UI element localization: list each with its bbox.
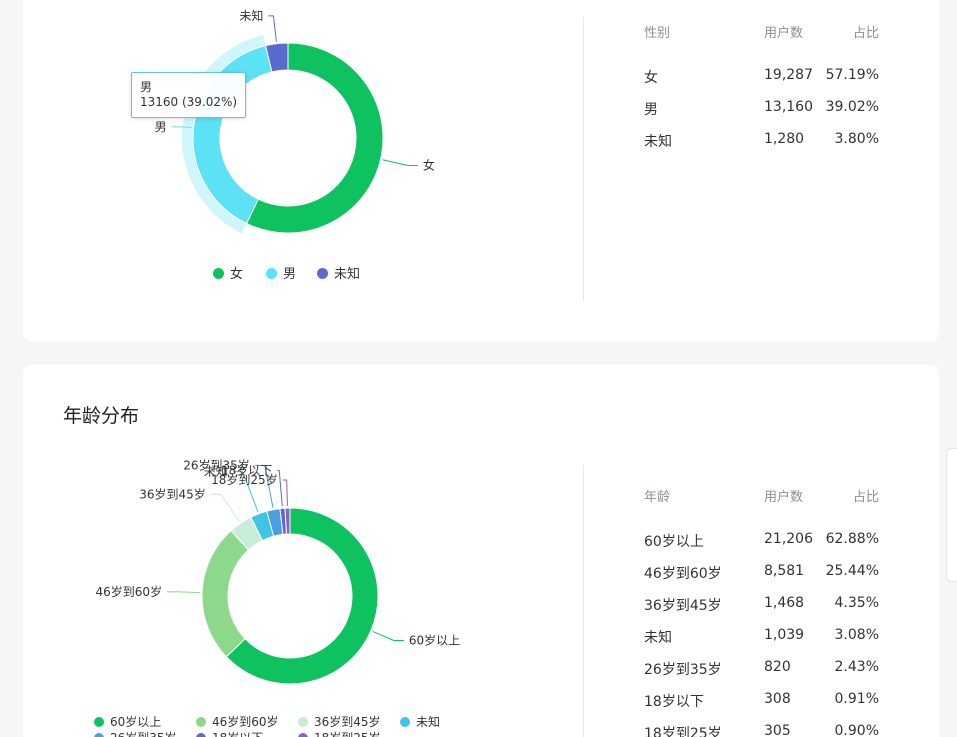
age-legend-label: 18岁到25岁 — [314, 731, 381, 737]
age-donut-chart: 60岁以上46岁到60岁36岁到45岁未知26岁到35岁18岁以下18岁到25岁 — [96, 457, 460, 685]
age-legend-dot — [94, 717, 104, 727]
side-panel-handle[interactable] — [946, 448, 957, 582]
age-label-line — [210, 493, 240, 522]
age-legend-dot — [298, 717, 308, 727]
age-label-line — [167, 591, 201, 594]
age-legend-item[interactable]: 46岁到60岁 — [196, 713, 279, 730]
age-legend-label: 36岁到45岁 — [314, 715, 381, 729]
age-legend-dot — [400, 717, 410, 727]
age-legend-label: 未知 — [416, 715, 441, 729]
age-legend-item[interactable]: 18岁到25岁 — [298, 729, 381, 737]
age-label-line — [372, 630, 404, 641]
age-legend-item[interactable]: 未知 — [400, 713, 440, 730]
age-slice[interactable] — [201, 529, 250, 658]
age-legend-dot — [298, 733, 308, 737]
age-slice-label: 46岁到60岁 — [96, 584, 163, 599]
age-legend-label: 60岁以上 — [110, 715, 162, 729]
age-legend-label: 18岁以下 — [212, 731, 263, 737]
age-label-line — [282, 479, 288, 507]
age-legend-label: 26岁到35岁 — [110, 731, 177, 737]
age-slice-label: 36岁到45岁 — [139, 486, 206, 501]
age-label-line — [277, 469, 283, 507]
age-slice-label: 18岁到25岁 — [211, 472, 278, 487]
age-legend-item[interactable]: 26岁到35岁 — [94, 729, 177, 737]
age-legend-label: 46岁到60岁 — [212, 715, 279, 729]
age-legend-dot — [196, 733, 206, 737]
age-legend-item[interactable]: 18岁以下 — [196, 729, 263, 737]
age-legend-dot — [196, 717, 206, 727]
age-legend-item[interactable]: 60岁以上 — [94, 713, 161, 730]
age-legend-item[interactable]: 36岁到45岁 — [298, 713, 381, 730]
age-slice-label: 60岁以上 — [409, 632, 460, 647]
age-legend-dot — [94, 733, 104, 737]
